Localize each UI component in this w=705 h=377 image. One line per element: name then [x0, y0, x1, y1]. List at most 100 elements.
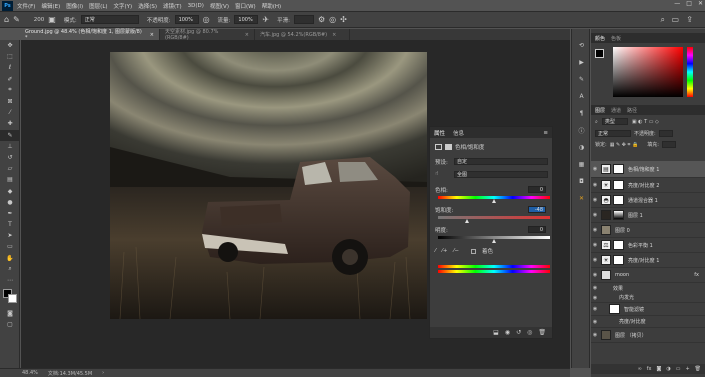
smart-filter-row[interactable]: ◉ 亮度/对比度 [591, 316, 705, 328]
workspace-icon[interactable]: ▭ [671, 15, 679, 24]
pen-tool-icon[interactable]: ✒ [0, 208, 20, 219]
target-hand-icon[interactable]: ☝ [435, 171, 438, 177]
close-icon[interactable]: × [150, 32, 154, 38]
eyedropper-plus-icon[interactable]: ⁄+ [442, 248, 448, 254]
colorize-checkbox[interactable] [470, 248, 476, 254]
tab-properties[interactable]: 属性 [434, 129, 445, 137]
effects-row[interactable]: ◉ 效果 [591, 283, 705, 293]
mask-icon[interactable] [445, 144, 452, 150]
hue-strip[interactable] [687, 47, 693, 97]
gear-icon[interactable]: ⚙ [318, 15, 325, 24]
layer-row[interactable]: ◉ ☀ 亮度/对比度 2 [591, 178, 705, 193]
history-icon[interactable]: ⟲ [572, 37, 591, 54]
stamp-tool-icon[interactable]: ⊥ [0, 141, 20, 152]
layer-mask-thumb[interactable] [613, 255, 624, 265]
menu-layer[interactable]: 图层(L) [89, 2, 107, 10]
brush-tool-icon[interactable]: ✎ [0, 129, 20, 141]
preset-select[interactable]: 自定 [454, 158, 548, 165]
eraser-tool-icon[interactable]: ▱ [0, 163, 20, 174]
layer-kind-select[interactable]: 类型 [601, 118, 628, 125]
document-canvas[interactable] [110, 52, 427, 319]
camera-icon[interactable]: ◘ [572, 173, 591, 190]
link-layers-icon[interactable]: ∞ [638, 366, 642, 372]
layer-row[interactable]: ◉ 图层 （拷贝） [591, 328, 705, 343]
eye-icon[interactable]: ◉ [591, 227, 599, 233]
fx-icon[interactable]: fx [694, 272, 699, 278]
eye-icon[interactable]: ◉ [591, 319, 599, 325]
eyedropper-icon[interactable]: ⁄ [435, 248, 436, 254]
filter-icons[interactable]: ▣ ◐ T ▭ ◇ [632, 119, 659, 125]
lasso-tool-icon[interactable]: ℓ [0, 62, 20, 73]
move-tool-icon[interactable]: ✥ [0, 40, 20, 51]
brush-tool-icon[interactable]: ✎ [13, 15, 20, 24]
home-icon[interactable]: ⌂ [4, 15, 9, 24]
new-adjustment-icon[interactable]: ◑ [666, 366, 670, 372]
close-icon[interactable]: × [245, 32, 249, 38]
edit-toolbar-icon[interactable]: ⋯ [0, 275, 20, 286]
pressure-opacity-icon[interactable]: ◎ [203, 15, 210, 24]
saturation-slider-thumb[interactable] [464, 219, 469, 223]
hand-tool-icon[interactable]: ✋ [0, 253, 20, 264]
styles-icon[interactable]: ▦ [572, 156, 591, 173]
zoom-level[interactable]: 48.4% [22, 370, 38, 376]
close-button[interactable]: ✕ [698, 0, 703, 7]
type-tool-icon[interactable]: T [0, 219, 20, 230]
share-icon[interactable]: ⇪ [686, 15, 693, 24]
symmetry-icon[interactable]: ✣ [340, 15, 347, 24]
character-icon[interactable]: A [572, 88, 591, 105]
menu-select[interactable]: 选择(S) [138, 2, 157, 10]
layer-row[interactable]: ◉ moon fx [591, 268, 705, 283]
menu-edit[interactable]: 编辑(E) [41, 2, 60, 10]
search-icon[interactable]: ⌕ [661, 15, 665, 25]
menu-help[interactable]: 帮助(H) [262, 2, 281, 10]
layer-row[interactable]: ◉ ☀ 亮度/对比度 1 [591, 253, 705, 268]
quick-select-tool-icon[interactable]: ✐ [0, 74, 20, 85]
lightness-input[interactable]: 0 [528, 226, 546, 233]
eye-icon[interactable]: ◉ [591, 182, 599, 188]
color-picker-field[interactable] [613, 47, 683, 97]
dodge-tool-icon[interactable]: ● [0, 197, 20, 208]
tab-sky[interactable]: 天空素材.jpg @ 80.7%(RGB/8#) × [160, 29, 255, 41]
minimize-button[interactable]: — [674, 0, 680, 7]
menu-type[interactable]: 文字(Y) [114, 2, 133, 10]
flow-input[interactable]: 100% [234, 15, 259, 24]
hue-input[interactable]: 0 [528, 186, 546, 193]
foreground-color[interactable] [595, 49, 604, 58]
menu-image[interactable]: 图像(I) [66, 2, 83, 10]
brush-settings-icon[interactable]: ▣ [48, 15, 56, 24]
quick-mask-icon[interactable]: ◙ [0, 308, 20, 319]
airbrush-icon[interactable]: ✈ [262, 15, 269, 24]
eye-icon[interactable]: ◉ [591, 332, 599, 338]
saturation-input[interactable]: -48 [528, 206, 546, 213]
new-group-icon[interactable]: ▭ [676, 366, 681, 372]
gradient-tool-icon[interactable]: ▤ [0, 174, 20, 185]
delete-layer-icon[interactable]: 🗑 [695, 366, 701, 372]
menu-file[interactable]: 文件(F) [17, 2, 35, 10]
tab-channels[interactable]: 通道 [611, 107, 621, 114]
smart-filter-row[interactable]: ◉ 智能滤镜 [591, 303, 705, 316]
path-select-tool-icon[interactable]: ➤ [0, 230, 20, 241]
menu-window[interactable]: 窗口(W) [235, 2, 256, 10]
paragraph-icon[interactable]: ¶ [572, 105, 591, 122]
eye-icon[interactable]: ◉ [591, 306, 599, 312]
reset-icon[interactable]: ↺ [516, 329, 521, 336]
mode-select[interactable]: 正常 [80, 15, 139, 24]
menu-3d[interactable]: 3D(D) [188, 3, 204, 9]
eyedropper-minus-icon[interactable]: ⁄− [453, 248, 459, 254]
healing-tool-icon[interactable]: ✚ [0, 118, 20, 129]
brush-size[interactable]: 200 [34, 17, 45, 23]
add-mask-icon[interactable]: ◙ [656, 366, 661, 372]
layer-mask-thumb[interactable] [613, 210, 624, 220]
zoom-tool-icon[interactable]: ⌕ [0, 264, 20, 275]
menu-view[interactable]: 视图(V) [210, 2, 229, 10]
layer-mask-thumb[interactable] [613, 195, 624, 205]
clip-to-layer-icon[interactable]: ⬓ [493, 329, 499, 336]
blend-mode-select[interactable]: 正常 [595, 130, 631, 137]
frame-tool-icon[interactable]: ⊠ [0, 96, 20, 107]
history-brush-icon[interactable]: ↺ [0, 152, 20, 163]
brush-settings-icon[interactable]: ✎ [572, 71, 591, 88]
pressure-size-icon[interactable]: ◎ [329, 15, 336, 24]
chevron-right-icon[interactable]: › [102, 370, 104, 376]
layer-row[interactable]: ◉ 图层 1 [591, 208, 705, 223]
eye-icon[interactable]: ◉ [591, 197, 599, 203]
